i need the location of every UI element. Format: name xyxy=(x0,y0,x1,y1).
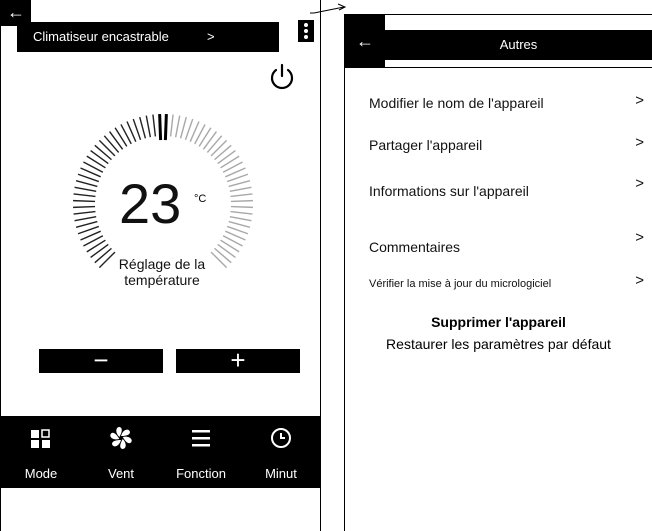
temperature-unit: °C xyxy=(194,193,207,205)
dial-tick xyxy=(75,220,98,228)
dial-label: Réglage de la température xyxy=(101,256,223,288)
dial-tick xyxy=(152,114,157,137)
dial-tick xyxy=(98,139,116,157)
tab-mode[interactable]: Mode xyxy=(1,416,81,488)
top-bar: ← Climatiseur encastrable > xyxy=(1,0,320,56)
clock-icon xyxy=(271,428,291,448)
dial-tick xyxy=(220,155,240,169)
list-item-share[interactable]: Partager l'appareil > xyxy=(369,134,652,153)
dial-tick xyxy=(74,215,97,222)
kebab-dot-icon xyxy=(304,35,308,39)
dial-tick xyxy=(94,144,112,161)
dial-tick xyxy=(202,131,218,150)
tab-label: Fonction xyxy=(176,466,226,481)
more-options-button[interactable] xyxy=(298,20,314,42)
fan-icon xyxy=(110,427,132,449)
dial-tick xyxy=(86,155,106,169)
page-title: Autres xyxy=(385,30,652,60)
list-item-label: Commentaires xyxy=(369,239,461,255)
dial-tick xyxy=(73,205,96,209)
dial-tick xyxy=(114,127,128,147)
dial-tick xyxy=(214,144,232,161)
dial-tick xyxy=(230,199,253,203)
chevron-right-icon: > xyxy=(635,229,644,246)
dial-tick xyxy=(174,115,181,138)
chevron-right-icon: > xyxy=(635,272,644,289)
dial-tick xyxy=(108,131,124,150)
chevron-right-icon: > xyxy=(635,92,644,109)
device-title: Climatiseur encastrable xyxy=(33,29,169,44)
chevron-right-icon: > xyxy=(635,175,644,192)
dial-tick xyxy=(228,220,251,228)
back-arrow-icon: ← xyxy=(7,2,25,22)
kebab-dot-icon xyxy=(304,23,308,27)
dial-tick xyxy=(73,193,96,198)
kebab-dot-icon xyxy=(304,29,308,33)
flow-arrow-icon xyxy=(310,3,347,14)
dial-tick xyxy=(198,127,212,147)
dial-tick xyxy=(73,199,96,203)
dial-tick xyxy=(229,215,252,222)
menu-icon xyxy=(192,430,210,447)
dial-tick xyxy=(230,193,253,198)
header: ← Autres xyxy=(345,15,652,68)
list-item-label: Modifier le nom de l'appareil xyxy=(369,95,544,111)
dial-tick xyxy=(220,239,240,253)
dial-tick xyxy=(169,114,174,137)
dial-tick xyxy=(90,149,109,165)
tab-label: Minut xyxy=(265,466,297,481)
list-item-firmware-update[interactable]: Vérifier la mise à jour du micrologiciel… xyxy=(369,272,652,290)
dial-tick xyxy=(163,114,168,141)
dial-tick xyxy=(228,180,251,188)
mode-icon xyxy=(31,429,50,448)
thermostat-screen: ← Climatiseur encastrable > 23 °C Réglag… xyxy=(0,0,321,531)
delete-device-button[interactable]: Supprimer l'appareil xyxy=(345,314,652,330)
list-item-feedback[interactable]: Commentaires > xyxy=(369,229,652,255)
dial-tick xyxy=(179,116,187,139)
dial-tick xyxy=(206,135,223,153)
dial-tick xyxy=(210,139,228,157)
decrease-temperature-button[interactable]: − xyxy=(39,347,163,373)
list-item-label: Vérifier la mise à jour du micrologiciel xyxy=(369,278,552,290)
temperature-value: 23 xyxy=(119,172,182,235)
bottom-tab-bar: Mode Vent Fonction Minut xyxy=(1,416,320,488)
dial-tick xyxy=(86,239,106,253)
list-item-rename[interactable]: Modifier le nom de l'appareil > xyxy=(369,92,652,111)
list-item-label: Informations sur l'appareil xyxy=(369,183,529,199)
tab-wind[interactable]: Vent xyxy=(81,416,161,488)
dial-tick xyxy=(230,205,253,209)
back-arrow-icon: ← xyxy=(356,31,374,51)
device-title-button[interactable]: Climatiseur encastrable > xyxy=(17,22,279,52)
tab-function[interactable]: Fonction xyxy=(161,416,241,488)
dial-tick xyxy=(74,186,97,193)
dial-tick xyxy=(75,180,98,188)
dial-tick xyxy=(158,114,163,141)
back-button[interactable]: ← xyxy=(345,15,385,67)
dial-tick xyxy=(230,210,253,215)
dial-tick xyxy=(73,210,96,215)
tab-timer[interactable]: Minut xyxy=(241,416,321,488)
dial-tick xyxy=(145,115,152,138)
list-item-device-info[interactable]: Informations sur l'appareil > xyxy=(369,175,652,199)
chevron-right-icon: > xyxy=(207,29,215,44)
dial-label-line2: température xyxy=(124,272,200,288)
tab-label: Mode xyxy=(24,466,58,481)
dial-tick xyxy=(229,186,252,193)
increase-temperature-button[interactable]: + xyxy=(176,347,300,373)
list-item-label: Partager l'appareil xyxy=(369,137,483,153)
other-settings-screen: ← Autres Modifier le nom de l'appareil >… xyxy=(344,14,652,531)
dial-label-line1: Réglage de la xyxy=(118,256,206,272)
restore-defaults-button[interactable]: Restaurer les paramètres par défaut xyxy=(345,336,652,352)
tab-label: Vent xyxy=(107,466,135,481)
dial-tick xyxy=(103,135,120,153)
dial-tick xyxy=(139,116,147,139)
dial-tick xyxy=(217,149,236,165)
chevron-right-icon: > xyxy=(635,134,644,151)
power-icon[interactable] xyxy=(267,62,297,92)
